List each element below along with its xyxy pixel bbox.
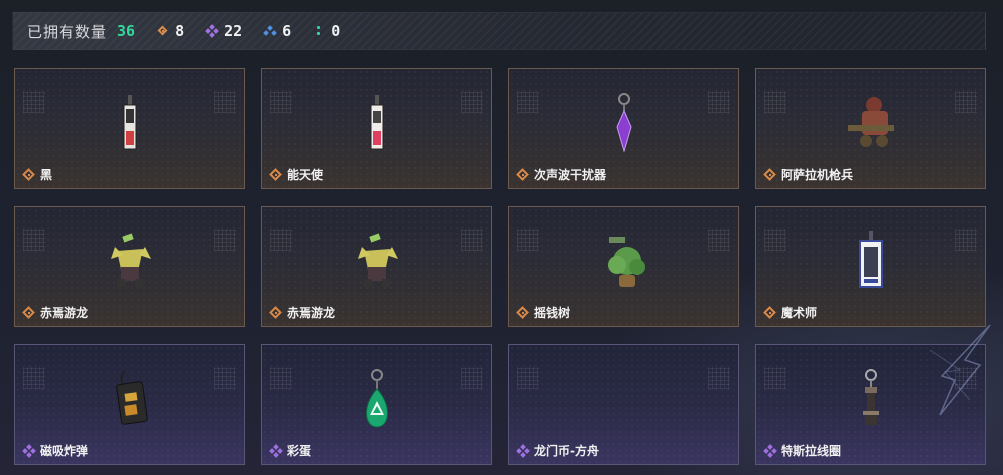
purple-rarity-stat: 22 — [205, 22, 243, 40]
owned-count-label: 已拥有数量 — [27, 22, 108, 41]
purple-diamond-cluster-icon — [205, 24, 219, 38]
gunner-figure-image — [836, 87, 906, 167]
item-card[interactable]: 黑 — [14, 68, 245, 189]
tag-charm-image — [95, 87, 165, 167]
money-tree-image — [589, 225, 659, 305]
blue-rarity-count: 6 — [282, 22, 292, 40]
purple-rarity-count: 22 — [224, 22, 243, 40]
orange-rarity-icon — [23, 307, 35, 319]
orange-rarity-icon — [764, 307, 776, 319]
item-name: 能天使 — [287, 168, 324, 182]
orange-rarity-stat: 8 — [157, 22, 184, 40]
purple-rarity-icon — [516, 443, 530, 458]
egg-charm-image — [342, 363, 412, 443]
purple-rarity-icon — [763, 443, 777, 458]
item-name: 摇钱树 — [534, 306, 571, 320]
item-card[interactable]: 次声波干扰器 — [508, 68, 739, 189]
bomb-charm-image — [95, 363, 165, 443]
orange-rarity-icon — [270, 307, 282, 319]
item-card[interactable]: 赤焉游龙 — [14, 206, 245, 327]
item-name: 次声波干扰器 — [534, 168, 607, 182]
item-name: 阿萨拉机枪兵 — [781, 168, 854, 182]
item-name: 磁吸炸弹 — [40, 444, 89, 458]
item-card[interactable]: 龙门币-方舟 — [508, 344, 739, 465]
blue-rarity-stat: 6 — [263, 22, 292, 40]
purple-rarity-icon — [269, 443, 283, 458]
item-name: 龙门币-方舟 — [534, 444, 599, 458]
green-dots-icon — [313, 25, 325, 37]
orange-rarity-icon — [517, 307, 529, 319]
item-card[interactable]: 彩蛋 — [261, 344, 492, 465]
owned-count-value: 36 — [117, 22, 136, 40]
tag-charm-red-image — [342, 87, 412, 167]
item-card[interactable]: 阿萨拉机枪兵 — [755, 68, 986, 189]
item-name: 魔术师 — [781, 306, 818, 320]
magician-card-image — [836, 225, 906, 305]
item-name: 赤焉游龙 — [40, 306, 89, 320]
item-card[interactable]: 赤焉游龙 — [261, 206, 492, 327]
item-card[interactable]: 磁吸炸弹 — [14, 344, 245, 465]
item-card[interactable]: 摇钱树 — [508, 206, 739, 327]
blue-triangle-cluster-icon — [263, 25, 278, 37]
crystal-charm-image — [589, 87, 659, 167]
item-name: 特斯拉线圈 — [781, 444, 842, 458]
dragon-figure-image — [95, 225, 165, 305]
orange-rarity-icon — [764, 169, 776, 181]
orange-diamond-icon — [157, 25, 169, 37]
background-lightning-decoration — [929, 324, 991, 416]
item-name: 彩蛋 — [287, 444, 312, 458]
item-grid: 黑 能天使 次声波干扰器 阿萨拉机枪兵 赤焉游龙 赤焉游龙 摇钱树 魔术师 磁吸… — [14, 68, 988, 468]
item-card[interactable]: 能天使 — [261, 68, 492, 189]
item-name: 黑 — [40, 168, 53, 182]
purple-rarity-icon — [22, 443, 36, 458]
orange-rarity-icon — [270, 169, 282, 181]
item-name: 赤焉游龙 — [287, 306, 336, 320]
orange-rarity-count: 8 — [175, 22, 185, 40]
green-rarity-count: 0 — [331, 22, 341, 40]
dragon-figure-image — [342, 225, 412, 305]
orange-rarity-icon — [23, 169, 35, 181]
inventory-summary-bar: 已拥有数量 36 8 22 6 0 — [12, 12, 986, 50]
green-rarity-stat: 0 — [313, 22, 340, 40]
item-card[interactable]: 魔术师 — [755, 206, 986, 327]
orange-rarity-icon — [517, 169, 529, 181]
